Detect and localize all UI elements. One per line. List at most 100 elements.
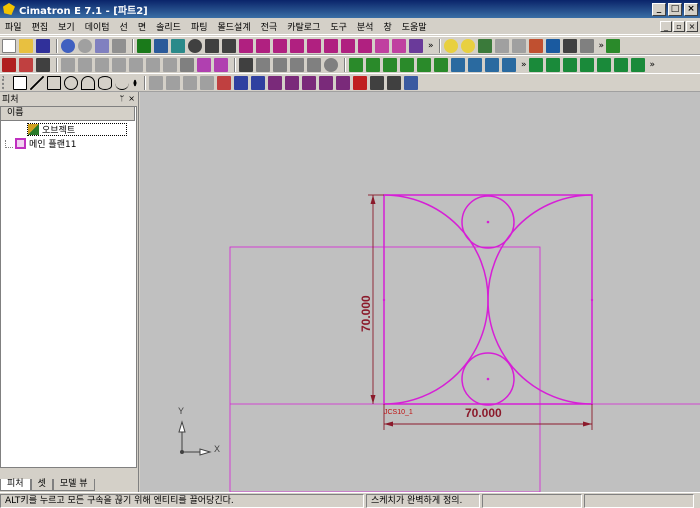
- solid-icon[interactable]: [579, 57, 594, 72]
- menu-edit[interactable]: 편집: [27, 20, 54, 33]
- forward-arrow-icon[interactable]: [511, 38, 526, 53]
- view-back-icon[interactable]: [324, 38, 338, 53]
- redo-icon[interactable]: [78, 38, 92, 53]
- surface-icon[interactable]: [451, 57, 465, 72]
- grid-icon[interactable]: [579, 38, 594, 53]
- chamfer-tool-icon[interactable]: [166, 75, 180, 90]
- offset-icon[interactable]: [197, 57, 211, 72]
- trim-icon[interactable]: [214, 57, 228, 72]
- toolbar-grip[interactable]: [2, 75, 10, 90]
- surface-icon[interactable]: [468, 57, 482, 72]
- view-left-icon[interactable]: [307, 38, 321, 53]
- dimension-tool-icon[interactable]: [370, 75, 384, 90]
- undo-icon[interactable]: [61, 38, 75, 53]
- delete-icon[interactable]: [19, 57, 33, 72]
- view-iso-icon[interactable]: [239, 38, 253, 53]
- pointer-icon[interactable]: [13, 75, 27, 90]
- panel-close-icon[interactable]: ×: [128, 94, 135, 103]
- pen-icon[interactable]: [562, 38, 577, 53]
- fit-view-icon[interactable]: [137, 38, 151, 53]
- sketch-arc-left[interactable]: [383, 194, 489, 405]
- solid-icon[interactable]: [562, 57, 577, 72]
- sketch-canvas[interactable]: 70.000 70.000 JCS10_1 Y X: [140, 92, 700, 492]
- toolbar-overflow-icon[interactable]: »: [599, 41, 605, 51]
- menu-datum[interactable]: 데이텀: [80, 20, 115, 33]
- zoom-window-icon[interactable]: [154, 38, 168, 53]
- constraint-icon[interactable]: [146, 57, 160, 72]
- hidden-line-icon[interactable]: [392, 38, 406, 53]
- delete-constraint-icon[interactable]: [353, 75, 367, 90]
- pan-icon[interactable]: [171, 38, 185, 53]
- view-bottom-icon[interactable]: [341, 38, 355, 53]
- point-icon[interactable]: [273, 57, 287, 72]
- edit-icon[interactable]: [239, 57, 253, 72]
- ellipse-tool-icon[interactable]: [98, 75, 112, 90]
- constraint-tool-icon[interactable]: [268, 75, 282, 90]
- show-hide-icon[interactable]: [460, 38, 475, 53]
- menu-mold-design[interactable]: 몰드설계: [213, 20, 256, 33]
- constraint-icon[interactable]: [78, 57, 92, 72]
- solid-icon[interactable]: [613, 57, 628, 72]
- curve-icon[interactable]: [417, 57, 431, 72]
- measure-icon[interactable]: [528, 38, 543, 53]
- menu-electrode[interactable]: 전극: [256, 20, 283, 33]
- mirror-tool-icon[interactable]: [217, 75, 231, 90]
- layers-icon[interactable]: [112, 38, 126, 53]
- solid-icon[interactable]: [596, 57, 611, 72]
- dim-horizontal-value[interactable]: 70.000: [465, 406, 502, 420]
- curve-icon[interactable]: [400, 57, 414, 72]
- tab-feature[interactable]: 피처: [0, 479, 31, 491]
- surface-icon[interactable]: [502, 57, 516, 72]
- offset-tool-icon[interactable]: [234, 75, 248, 90]
- spline-tool-icon[interactable]: [115, 76, 129, 90]
- light-bulb-icon[interactable]: [443, 38, 458, 53]
- wireframe-icon[interactable]: [375, 38, 389, 53]
- rotate-icon[interactable]: [222, 38, 236, 53]
- constraint-tool-icon[interactable]: [319, 75, 333, 90]
- toolbar-overflow-icon[interactable]: »: [521, 60, 527, 70]
- surface-icon[interactable]: [485, 57, 499, 72]
- link-icon[interactable]: [95, 38, 109, 53]
- cancel-sketch-icon[interactable]: [2, 57, 16, 72]
- feature-tree[interactable]: 이름 오브젝트 메인 플랜11: [0, 106, 137, 468]
- fillet-tool-icon[interactable]: [149, 75, 163, 90]
- select-icon[interactable]: [36, 57, 50, 72]
- constraint-icon[interactable]: [112, 57, 126, 72]
- view-front-icon[interactable]: [273, 38, 287, 53]
- mdi-restore-button[interactable]: ▫: [673, 20, 685, 32]
- menu-file[interactable]: 파일: [0, 20, 27, 33]
- zoom-icon[interactable]: [188, 38, 202, 53]
- constraint-tool-icon[interactable]: [302, 75, 316, 90]
- trim-tool-icon[interactable]: [183, 75, 197, 90]
- open-folder-icon[interactable]: [19, 38, 33, 53]
- tree-column-header[interactable]: 이름: [1, 107, 135, 121]
- wave-icon[interactable]: [256, 57, 270, 72]
- menu-curve[interactable]: 선: [115, 20, 133, 33]
- curve-icon[interactable]: [434, 57, 448, 72]
- rectangle-tool-icon[interactable]: [47, 75, 61, 90]
- menu-tools[interactable]: 도구: [325, 20, 352, 33]
- menu-parting[interactable]: 파팅: [186, 20, 213, 33]
- close-button[interactable]: ×: [684, 2, 698, 16]
- solid-icon[interactable]: [630, 57, 645, 72]
- point-tool-icon[interactable]: [132, 75, 138, 90]
- back-arrow-icon[interactable]: [494, 38, 509, 53]
- project-tool-icon[interactable]: [251, 75, 265, 90]
- solid-icon[interactable]: [528, 57, 543, 72]
- mdi-minimize-button[interactable]: _: [660, 20, 672, 32]
- line-tool-icon[interactable]: [30, 75, 44, 90]
- filter-icon[interactable]: [477, 38, 492, 53]
- tab-set[interactable]: 셋: [30, 479, 53, 491]
- tree-item-main-plane[interactable]: 메인 플랜11: [5, 137, 76, 150]
- save-icon[interactable]: [36, 38, 50, 53]
- constraint-tool-icon[interactable]: [285, 75, 299, 90]
- render-mode-icon[interactable]: [409, 38, 423, 53]
- toolbar-overflow-icon[interactable]: »: [428, 41, 434, 51]
- constraint-tool-icon[interactable]: [336, 75, 350, 90]
- pin-icon[interactable]: ᛘ: [119, 94, 124, 103]
- menu-surface[interactable]: 면: [133, 20, 151, 33]
- constraint-icon[interactable]: [129, 57, 143, 72]
- menu-view[interactable]: 보기: [53, 20, 80, 33]
- arc-icon[interactable]: [307, 57, 321, 72]
- move-icon[interactable]: [205, 38, 219, 53]
